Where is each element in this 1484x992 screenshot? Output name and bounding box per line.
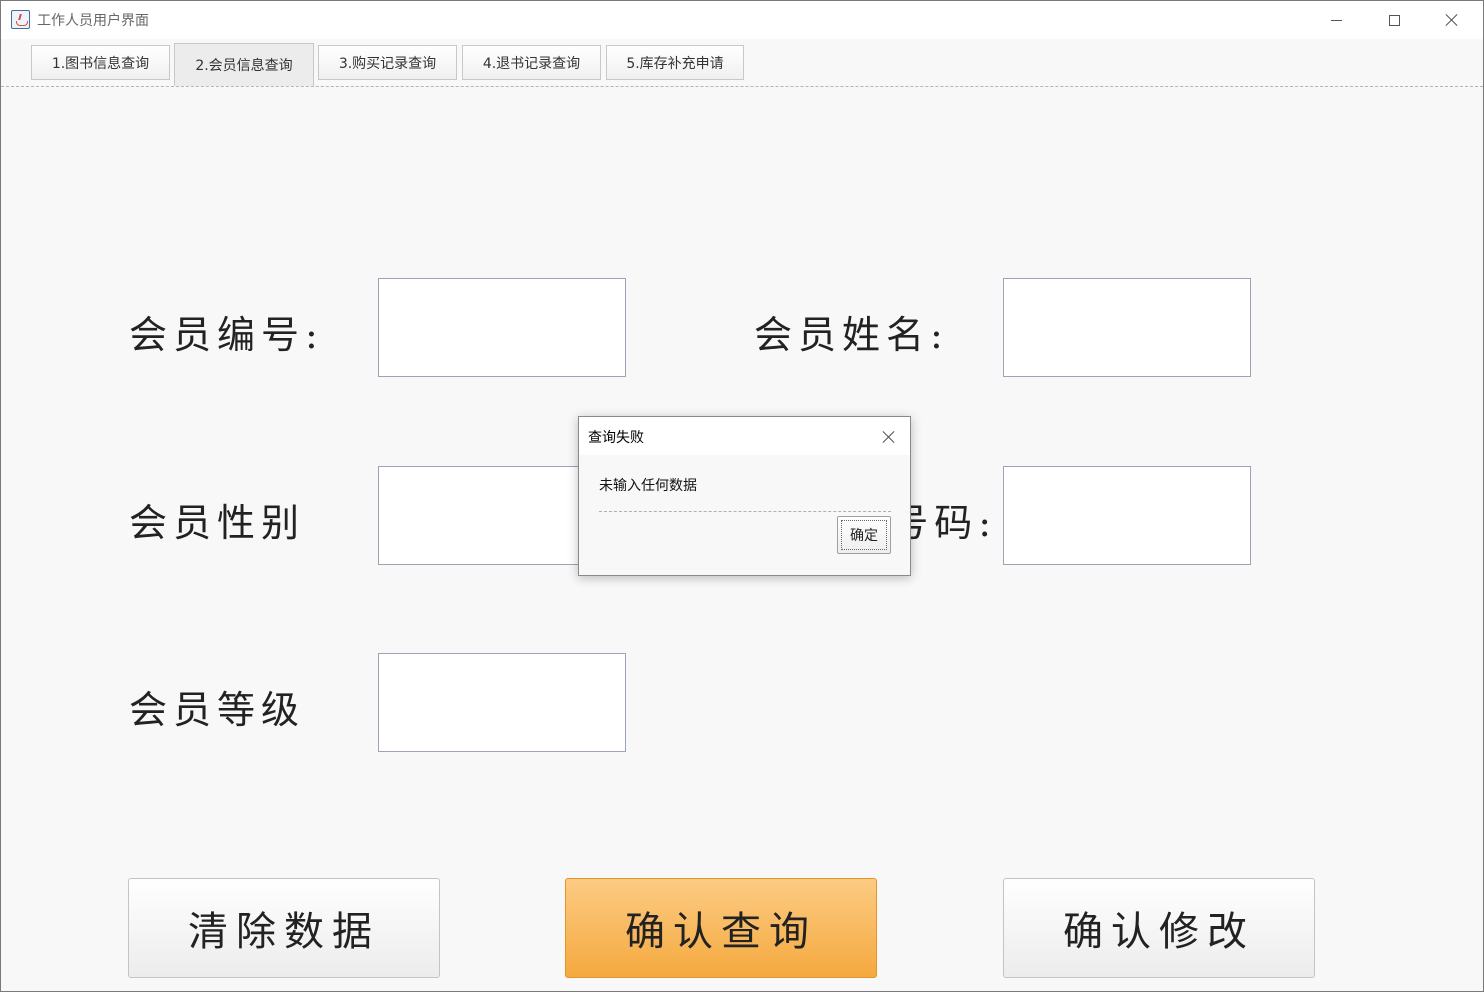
dialog-message: 未输入任何数据: [599, 478, 697, 494]
query-failed-dialog: 查询失败 未输入任何数据 确定: [578, 416, 911, 576]
java-app-icon: [11, 10, 30, 29]
dialog-separator: [599, 511, 891, 512]
app-window: 工作人员用户界面 1.图书信息查询 2.会员信息查询 3.购买记录查询 4.退书…: [0, 0, 1484, 992]
dialog-ok-button[interactable]: 确定: [837, 516, 891, 554]
minimize-button[interactable]: [1307, 1, 1365, 39]
dialog-close-button[interactable]: [877, 425, 901, 449]
tab-purchase-records-query[interactable]: 3.购买记录查询: [318, 45, 457, 80]
minimize-icon: [1330, 19, 1342, 21]
member-id-input[interactable]: [378, 278, 626, 377]
close-icon: [1445, 13, 1459, 27]
close-icon: [882, 430, 896, 444]
tab-strip: 1.图书信息查询 2.会员信息查询 3.购买记录查询 4.退书记录查询 5.库存…: [1, 39, 1483, 87]
member-name-label: 会员姓名:: [754, 313, 949, 357]
tab-return-records-query[interactable]: 4.退书记录查询: [462, 45, 601, 80]
confirm-modify-button[interactable]: 确认修改: [1003, 878, 1315, 978]
clear-data-button[interactable]: 清除数据: [128, 878, 440, 978]
phone-number-input[interactable]: [1003, 466, 1251, 565]
member-gender-label: 会员性别: [129, 501, 306, 545]
tab-stock-replenish-request[interactable]: 5.库存补充申请: [606, 45, 744, 80]
member-id-label: 会员编号:: [129, 313, 324, 357]
member-name-input[interactable]: [1003, 278, 1251, 377]
close-window-button[interactable]: [1423, 1, 1481, 39]
member-level-label: 会员等级: [129, 688, 306, 732]
tab-member-info-query[interactable]: 2.会员信息查询: [174, 43, 314, 86]
member-level-input[interactable]: [378, 653, 626, 752]
window-title: 工作人员用户界面: [37, 13, 149, 29]
title-bar: 工作人员用户界面: [1, 1, 1483, 39]
maximize-icon: [1388, 14, 1400, 26]
dialog-body: 未输入任何数据 确定: [579, 455, 910, 575]
confirm-query-button[interactable]: 确认查询: [565, 878, 877, 978]
maximize-button[interactable]: [1365, 1, 1423, 39]
dialog-title: 查询失败: [588, 430, 644, 446]
tab-book-info-query[interactable]: 1.图书信息查询: [31, 45, 170, 80]
tab-content-divider: [1, 86, 1483, 87]
